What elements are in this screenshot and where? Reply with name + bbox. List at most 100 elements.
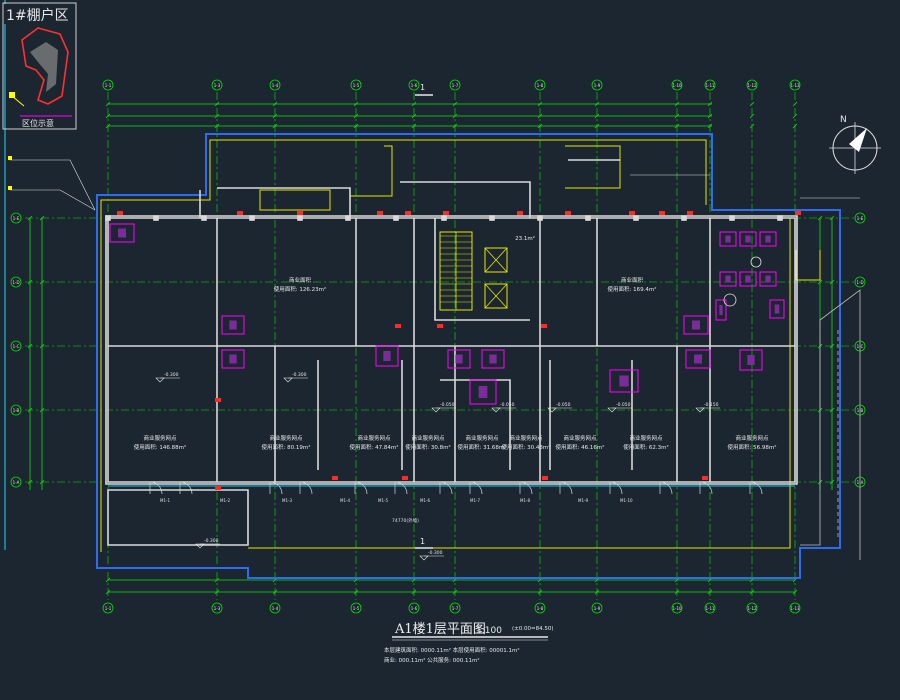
axis-label: 1-6 — [411, 606, 418, 611]
wall-segment — [440, 379, 511, 470]
elevation-symbol — [419, 555, 429, 561]
column — [297, 215, 303, 221]
opening-mark — [215, 398, 221, 402]
fixture-fill — [455, 354, 463, 364]
fixture-fill — [725, 275, 731, 283]
opening-mark — [332, 476, 338, 480]
room-name: 商业服务网点 — [465, 434, 499, 442]
fixture-fill — [619, 375, 629, 387]
axis-label: 1-4 — [272, 606, 279, 611]
opening-mark — [402, 476, 408, 480]
axis-label: 1-E — [13, 216, 20, 221]
column — [633, 215, 639, 221]
section-mark: 1 1 — [415, 83, 433, 549]
fixture-fill — [229, 320, 237, 330]
room-area: 使用面积: 126.23m² — [274, 285, 326, 293]
door-label: M1-4 — [340, 498, 350, 503]
axis-label: 1-13 — [790, 606, 800, 611]
fixture-fill — [489, 354, 497, 364]
door-label: M1-5 — [378, 498, 388, 503]
opening-mark — [215, 486, 221, 490]
axis-label: 1-3 — [214, 606, 221, 611]
opening-mark — [377, 211, 383, 215]
axis-label: 1-1 — [105, 606, 112, 611]
fixture-fill — [719, 305, 723, 315]
axis-label: 1-D — [856, 280, 863, 285]
elevation-value: -0.300 — [428, 550, 443, 556]
cad-drawing-canvas: 1#棚户区 区位示意 N 1-1 1-1 1-3 1-3 1-4 1-4 1-5 1-5 1-6… — [0, 0, 900, 700]
axis-label: 1-C — [13, 344, 20, 349]
fixture-fill — [745, 275, 751, 283]
axis-label: 1-E — [857, 216, 864, 221]
axis-label: 1-13 — [790, 83, 800, 88]
opening-mark — [702, 476, 708, 480]
axis-label: 1-8 — [537, 83, 544, 88]
column — [345, 215, 351, 221]
room-area: 使用面积: 56.98m² — [728, 443, 777, 451]
axis-label: 1-B — [13, 408, 20, 413]
elevation-datum: (±0.00=84.50) — [512, 626, 554, 632]
axis-label: 1-5 — [353, 606, 360, 611]
fixture-fill — [745, 235, 751, 243]
building-walls — [105, 159, 798, 546]
door-label: M1-2 — [220, 498, 230, 503]
opening-mark — [117, 211, 123, 215]
door-label: M1-9 — [578, 498, 588, 503]
axis-label: 1-10 — [672, 83, 682, 88]
axis-label: 1-9 — [594, 606, 601, 611]
room-area: 使用面积: 30.8m² — [405, 443, 450, 451]
elevation-value: -0.050 — [616, 402, 631, 408]
axis-label: 1-3 — [214, 83, 221, 88]
floor-plan-svg: 1#棚户区 区位示意 N 1-1 1-1 1-3 1-3 1-4 1-4 1-5 1-5 1-6… — [2, 0, 881, 664]
axis-label: 1-5 — [353, 83, 360, 88]
title-block: A1楼1层平面图 1:100 (±0.00=84.50) 本层建筑面积: 000… — [384, 622, 554, 664]
column — [681, 215, 687, 221]
opening-mark — [395, 324, 401, 328]
fixture-fill — [478, 386, 488, 398]
column — [153, 215, 159, 221]
room-area: 使用面积: 47.84m² — [350, 443, 399, 451]
drawing-scale: 1:100 — [476, 626, 502, 636]
column — [489, 215, 495, 221]
axis-label: 1-1 — [105, 83, 112, 88]
fixture-fill — [118, 228, 126, 238]
column — [537, 215, 543, 221]
door-label: M1-1 — [160, 498, 170, 503]
fixture-fill — [765, 275, 771, 283]
opening-mark — [443, 211, 449, 215]
fixture-fill — [774, 304, 780, 314]
dim-tick — [749, 101, 755, 107]
room-area: 使用面积: 31.68m² — [458, 443, 507, 451]
section-mark-label: 1 — [420, 83, 425, 92]
column — [777, 215, 783, 221]
column — [105, 215, 111, 221]
door-label: M1-8 — [520, 498, 530, 503]
room-area: 使用面积: 80.19m² — [262, 443, 311, 451]
area-stats-line-1: 本层建筑面积: 0000.11m² 本层使用面积: 00001.1m² — [384, 646, 520, 654]
axis-label: 1-11 — [705, 606, 715, 611]
door-label: M1-3 — [282, 498, 292, 503]
elevation-value: -0.050 — [500, 402, 515, 408]
room-area: 使用面积: 30.48m² — [502, 443, 551, 451]
drawing-title: A1楼1层平面图 — [394, 622, 486, 637]
fixture-fill — [383, 351, 391, 361]
fixture-fill — [692, 320, 700, 330]
room-name: 商业服务网点 — [411, 434, 445, 442]
fixture-fill — [725, 235, 731, 243]
fixture-round — [750, 256, 762, 268]
elevation-value: -0.050 — [440, 402, 455, 408]
opening-mark — [629, 211, 635, 215]
opening-mark — [795, 211, 801, 215]
axis-label: 1-4 — [272, 83, 279, 88]
opening-mark — [565, 211, 571, 215]
column — [393, 215, 399, 221]
opening-mark — [659, 211, 665, 215]
fixture-fill — [747, 355, 755, 365]
column — [249, 215, 255, 221]
opening-mark — [405, 211, 411, 215]
site-boundary — [96, 133, 841, 579]
wall-segment — [400, 181, 531, 218]
axis-label: 1-6 — [411, 83, 418, 88]
room-area: 使用面积: 146.88m² — [134, 443, 186, 451]
opening-mark — [297, 211, 303, 215]
